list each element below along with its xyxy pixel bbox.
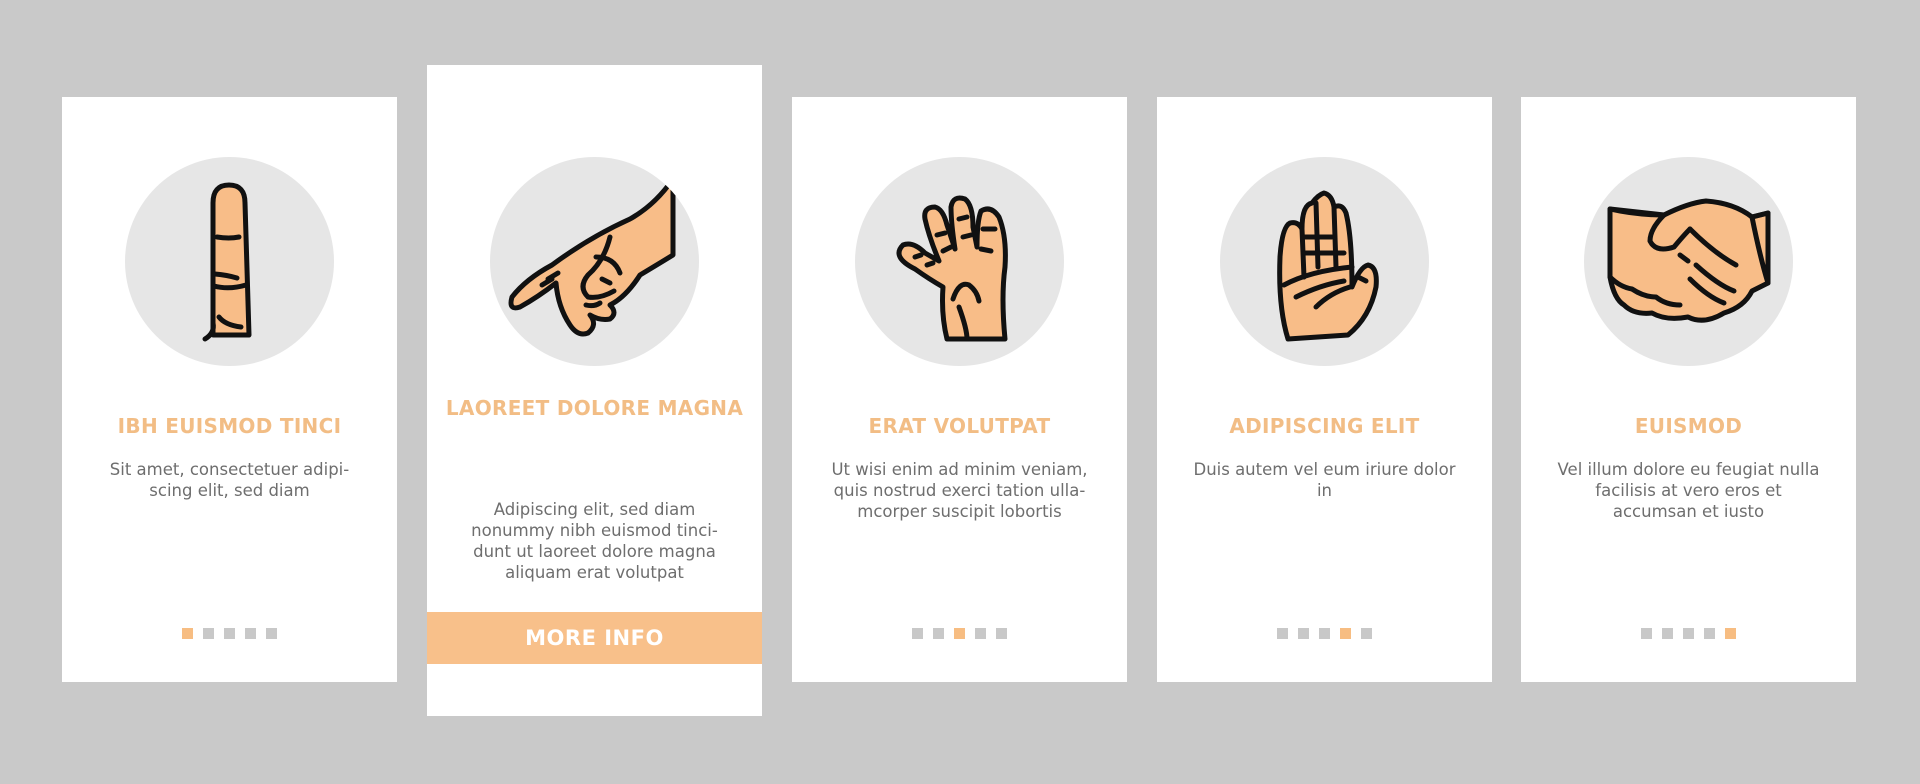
page-dot-2[interactable] bbox=[1662, 628, 1673, 639]
card-title: EUISMOD bbox=[1634, 414, 1743, 438]
spread-hand-icon bbox=[896, 195, 1008, 342]
pagination-dots bbox=[1157, 628, 1492, 639]
icon-circle bbox=[490, 157, 699, 366]
card-description: Duis autem vel eum iriure dolor in bbox=[1193, 460, 1456, 500]
page-dot-4[interactable] bbox=[245, 628, 256, 639]
page-dot-5[interactable] bbox=[996, 628, 1007, 639]
page-dot-2[interactable] bbox=[203, 628, 214, 639]
page-dot-1[interactable] bbox=[1641, 628, 1652, 639]
page-dot-3[interactable] bbox=[954, 628, 965, 639]
page-dot-3[interactable] bbox=[1319, 628, 1330, 639]
pagination-dots bbox=[62, 628, 397, 639]
icon-circle bbox=[125, 157, 334, 366]
page-dot-5[interactable] bbox=[1361, 628, 1372, 639]
card-title: LAOREET DOLORE MAGNA bbox=[445, 396, 744, 420]
onboarding-card-5: EUISMOD Vel illum dolore eu feugiat null… bbox=[1521, 97, 1856, 682]
page-dot-4[interactable] bbox=[1704, 628, 1715, 639]
page-dot-4[interactable] bbox=[975, 628, 986, 639]
page-dot-1[interactable] bbox=[182, 628, 193, 639]
pagination-dots bbox=[1521, 628, 1856, 639]
card-description: Ut wisi enim ad minim veniam, quis nostr… bbox=[831, 460, 1088, 521]
onboarding-card-1: IBH EUISMOD TINCI Sit amet, consectetuer… bbox=[62, 97, 397, 682]
page-dot-2[interactable] bbox=[933, 628, 944, 639]
onboarding-card-3: ERAT VOLUTPAT Ut wisi enim ad minim veni… bbox=[792, 97, 1127, 682]
icon-circle bbox=[1220, 157, 1429, 366]
palm-hand-icon bbox=[1277, 190, 1379, 342]
page-dot-2[interactable] bbox=[1298, 628, 1309, 639]
pagination-dots bbox=[792, 628, 1127, 639]
card-description: Sit amet, consectetuer adipi-scing elit,… bbox=[109, 460, 350, 500]
page-dot-5[interactable] bbox=[266, 628, 277, 639]
page-dot-5[interactable] bbox=[1725, 628, 1736, 639]
card-description: Vel illum dolore eu feugiat nulla facili… bbox=[1557, 460, 1820, 521]
onboarding-card-2: LAOREET DOLORE MAGNA Adipiscing elit, se… bbox=[427, 65, 762, 716]
onboarding-card-4: ADIPISCING ELIT Duis autem vel eum iriur… bbox=[1157, 97, 1492, 682]
pointing-hand-icon bbox=[508, 176, 676, 337]
handshake-icon bbox=[1607, 198, 1771, 323]
page-dot-1[interactable] bbox=[912, 628, 923, 639]
page-dot-1[interactable] bbox=[1277, 628, 1288, 639]
card-title: ERAT VOLUTPAT bbox=[868, 414, 1051, 438]
page-dot-4[interactable] bbox=[1340, 628, 1351, 639]
icon-circle bbox=[1584, 157, 1793, 366]
page-dot-3[interactable] bbox=[1683, 628, 1694, 639]
card-title: IBH EUISMOD TINCI bbox=[117, 414, 342, 438]
icon-circle bbox=[855, 157, 1064, 366]
more-info-button[interactable]: MORE INFO bbox=[427, 612, 762, 664]
card-title: ADIPISCING ELIT bbox=[1229, 414, 1420, 438]
card-description: Adipiscing elit, sed diam nonummy nibh e… bbox=[471, 500, 718, 582]
page-dot-3[interactable] bbox=[224, 628, 235, 639]
raised-finger-icon bbox=[202, 182, 252, 342]
